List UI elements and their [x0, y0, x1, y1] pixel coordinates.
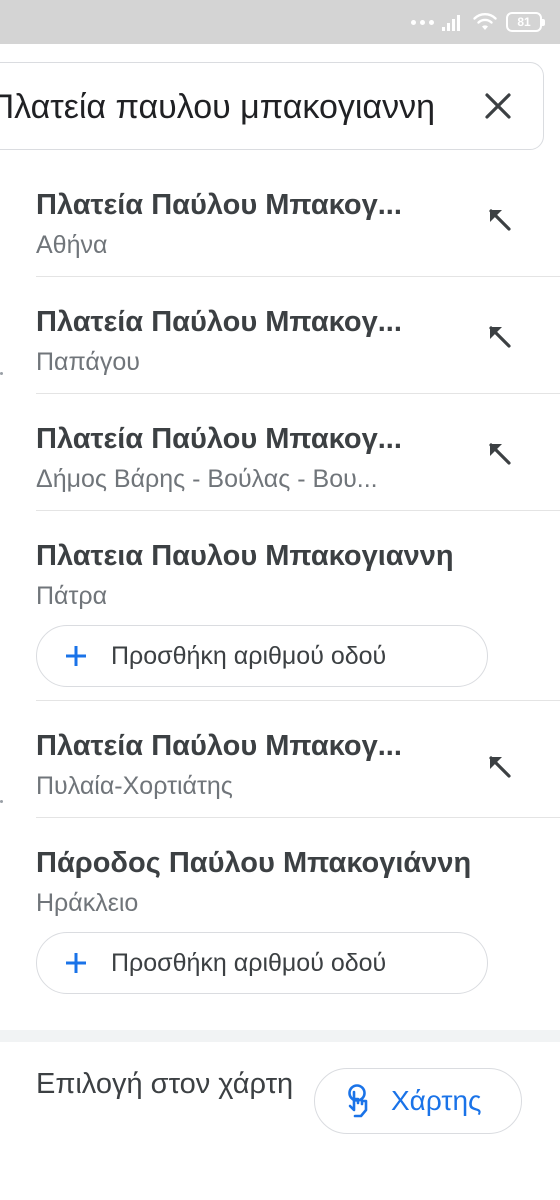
- result-subtitle: Δήμος Βάρης - Βούλας - Βου...: [36, 465, 378, 493]
- close-icon: [485, 93, 511, 119]
- bottom-separator: [0, 1030, 560, 1042]
- result-subtitle: Πυλαία-Χορτιάτης: [36, 772, 233, 800]
- battery-icon: 81: [506, 12, 545, 32]
- add-street-number-label: Προσθήκη αριθμού οδού: [111, 948, 387, 977]
- result-item[interactable]: Πλατεία Παύλου Μπακογ... Δήμος Βάρης - Β…: [0, 394, 560, 511]
- arrow-up-left-icon: [489, 443, 511, 465]
- result-item[interactable]: Πάροδος Παύλου Μπακογιάννη Ηράκλειο Προσ…: [0, 818, 560, 1008]
- edge-mark: [0, 800, 3, 803]
- plus-icon: [59, 951, 93, 975]
- result-subtitle: Αθήνα: [36, 231, 108, 259]
- result-subtitle: Ηράκλειο: [36, 889, 139, 917]
- wifi-icon: [473, 13, 497, 30]
- signal-icon: [442, 15, 460, 31]
- result-item[interactable]: Πλατεία Παύλου Μπακογ... Πυλαία-Χορτιάτη…: [0, 701, 560, 818]
- fill-query-button[interactable]: [484, 751, 516, 783]
- arrow-up-left-icon: [489, 756, 511, 778]
- result-title: Πλατεία Παύλου Μπακογ...: [36, 423, 402, 455]
- result-title: Πλατεια Παυλου Μπακογιαννη: [36, 540, 454, 572]
- result-title: Πάροδος Παύλου Μπακογιάννη: [36, 847, 472, 879]
- plus-icon: [59, 644, 93, 668]
- result-item[interactable]: Πλατεία Παύλου Μπακογ... Αθήνα: [0, 160, 560, 277]
- add-street-number-label: Προσθήκη αριθμού οδού: [111, 641, 387, 670]
- touch-hand-icon: [348, 1084, 368, 1118]
- result-subtitle: Παπάγου: [36, 348, 140, 376]
- status-bar: 81: [0, 0, 560, 44]
- fill-query-button[interactable]: [484, 204, 516, 236]
- add-street-number-button[interactable]: Προσθήκη αριθμού οδού: [36, 932, 488, 994]
- add-street-number-button[interactable]: Προσθήκη αριθμού οδού: [36, 625, 488, 687]
- result-title: Πλατεία Παύλου Μπακογ...: [36, 189, 402, 221]
- clear-search-button[interactable]: [475, 83, 521, 129]
- dots-icon: [411, 19, 434, 25]
- status-icons: 81: [411, 10, 545, 34]
- result-title: Πλατεία Παύλου Μπακογ...: [36, 730, 402, 762]
- arrow-up-left-icon: [489, 326, 511, 348]
- map-button[interactable]: Χάρτης: [314, 1068, 522, 1134]
- fill-query-button[interactable]: [484, 438, 516, 470]
- search-input[interactable]: Πλατεία παυλου μπακογιαννη: [0, 85, 435, 129]
- result-title: Πλατεία Παύλου Μπακογ...: [36, 306, 402, 338]
- results-list: Πλατεία Παύλου Μπακογ... Αθήνα Πλατεία Π…: [0, 160, 560, 1008]
- edge-mark: [0, 372, 3, 375]
- arrow-up-left-icon: [489, 209, 511, 231]
- pick-on-map-text: Επιλογή στον χάρτη: [36, 1068, 294, 1100]
- result-item[interactable]: Πλατεία Παύλου Μπακογ... Παπάγου: [0, 277, 560, 394]
- map-button-label: Χάρτης: [391, 1085, 482, 1116]
- battery-level: 81: [517, 15, 531, 29]
- result-item[interactable]: Πλατεια Παυλου Μπακογιαννη Πάτρα Προσθήκ…: [0, 511, 560, 701]
- search-box[interactable]: Πλατεία παυλου μπακογιαννη: [0, 62, 544, 150]
- fill-query-button[interactable]: [484, 321, 516, 353]
- result-subtitle: Πάτρα: [36, 582, 108, 610]
